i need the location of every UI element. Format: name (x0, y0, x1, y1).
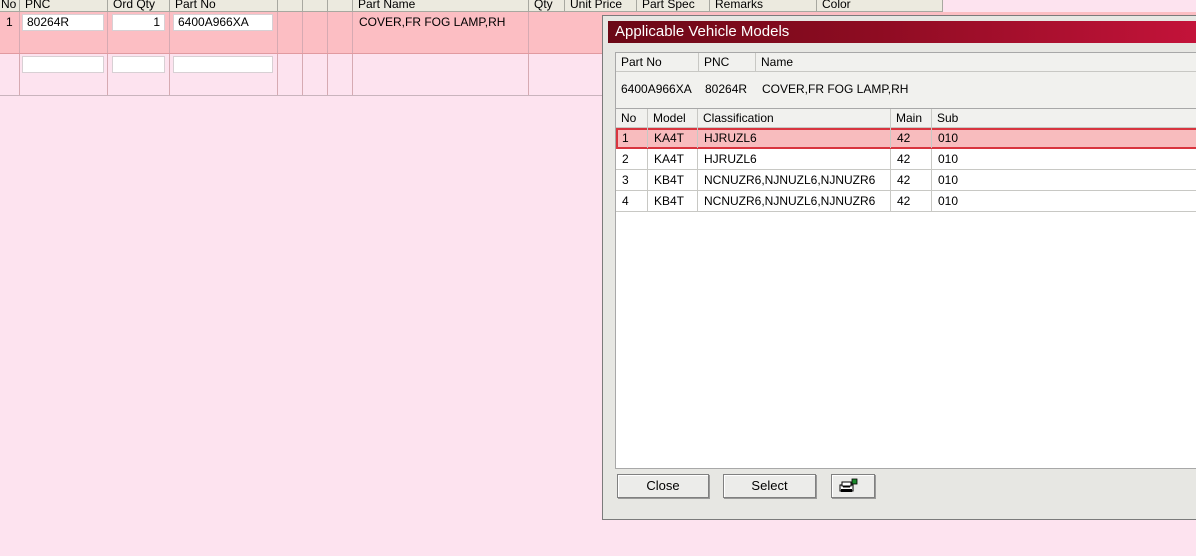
row-no: 3 (616, 170, 648, 190)
col-header-part-no[interactable]: Part No (170, 0, 278, 12)
row-classification: HJRUZL6 (698, 149, 891, 169)
part-info-header-name: Name (761, 55, 794, 69)
applicable-vehicle-models-dialog: Applicable Vehicle Models Part No PNC Na… (602, 15, 1196, 520)
row-main: 42 (891, 191, 932, 211)
list-row-4[interactable]: 4 KB4T NCNUZR6,NJNUZL6,NJNUZR6 42 010 (616, 191, 1196, 212)
row-model: KA4T (648, 149, 698, 169)
pnc-field-empty[interactable] (22, 56, 104, 73)
list-header-main[interactable]: Main (891, 109, 932, 127)
col-header-color[interactable]: Color (817, 0, 943, 12)
pnc-field[interactable]: 80264R (22, 14, 104, 31)
row-classification: HJRUZL6 (698, 128, 891, 148)
printer-icon (839, 478, 858, 492)
part-name-cell: COVER,FR FOG LAMP,RH (359, 15, 506, 29)
part-info-panel: Part No PNC Name 6400A966XA 80264R COVER… (615, 52, 1196, 114)
col-header-part-name[interactable]: Part Name (353, 0, 529, 12)
row-model: KB4T (648, 191, 698, 211)
row-main: 42 (891, 128, 932, 148)
grid-header: No PNC Ord Qty Part No Part Name Qty Uni… (0, 0, 1196, 12)
row-sub: 010 (938, 131, 959, 145)
col-header-qty[interactable]: Qty (529, 0, 565, 12)
dialog-title[interactable]: Applicable Vehicle Models (608, 21, 1196, 43)
row-model: KB4T (648, 170, 698, 190)
row-sub: 010 (938, 173, 959, 187)
part-no-field[interactable]: 6400A966XA (173, 14, 273, 31)
row-sub: 010 (938, 152, 959, 166)
vehicle-model-list[interactable]: No Model Classification Main Sub 1 KA4T … (615, 108, 1196, 469)
part-info-name: COVER,FR FOG LAMP,RH (762, 82, 909, 96)
row-sub: 010 (938, 194, 959, 208)
ord-qty-field[interactable]: 1 (112, 14, 165, 31)
list-header: No Model Classification Main Sub (616, 109, 1196, 128)
row-main: 42 (891, 170, 932, 190)
col-header-part-spec[interactable]: Part Spec (637, 0, 710, 12)
list-header-model[interactable]: Model (648, 109, 698, 127)
col-header-no[interactable]: No (0, 0, 20, 12)
ord-qty-field-empty[interactable] (112, 56, 165, 73)
print-button[interactable] (831, 474, 875, 498)
row-no: 2 (616, 149, 648, 169)
col-header-unit-price[interactable]: Unit Price (565, 0, 637, 12)
list-row-2[interactable]: 2 KA4T HJRUZL6 42 010 (616, 149, 1196, 170)
col-header-blank-3[interactable] (328, 0, 353, 12)
row-model: KA4T (648, 128, 698, 148)
list-header-sub[interactable]: Sub (932, 109, 1196, 127)
col-header-remarks[interactable]: Remarks (710, 0, 817, 12)
col-header-ord-qty[interactable]: Ord Qty (108, 0, 170, 12)
list-row-1[interactable]: 1 KA4T HJRUZL6 42 010 (616, 128, 1196, 149)
col-header-blank-2[interactable] (303, 0, 328, 12)
row-main: 42 (891, 149, 932, 169)
row-number: 1 (6, 15, 13, 29)
row-no: 4 (616, 191, 648, 211)
row-classification: NCNUZR6,NJNUZL6,NJNUZR6 (698, 170, 891, 190)
list-row-3[interactable]: 3 KB4T NCNUZR6,NJNUZL6,NJNUZR6 42 010 (616, 170, 1196, 191)
part-info-header: Part No PNC Name (616, 53, 1196, 72)
part-no-field-empty[interactable] (173, 56, 273, 73)
part-info-pnc: 80264R (705, 82, 748, 96)
col-header-pnc[interactable]: PNC (20, 0, 108, 12)
part-info-part-no: 6400A966XA (621, 82, 692, 96)
list-header-classification[interactable]: Classification (698, 109, 891, 127)
part-info-header-pnc: PNC (699, 53, 756, 71)
row-classification: NCNUZR6,NJNUZL6,NJNUZR6 (698, 191, 891, 211)
row-no: 1 (616, 128, 648, 148)
close-button[interactable]: Close (617, 474, 709, 498)
list-header-no[interactable]: No (616, 109, 648, 127)
col-header-blank-1[interactable] (278, 0, 303, 12)
select-button[interactable]: Select (723, 474, 816, 498)
part-info-header-part-no: Part No (616, 53, 699, 71)
